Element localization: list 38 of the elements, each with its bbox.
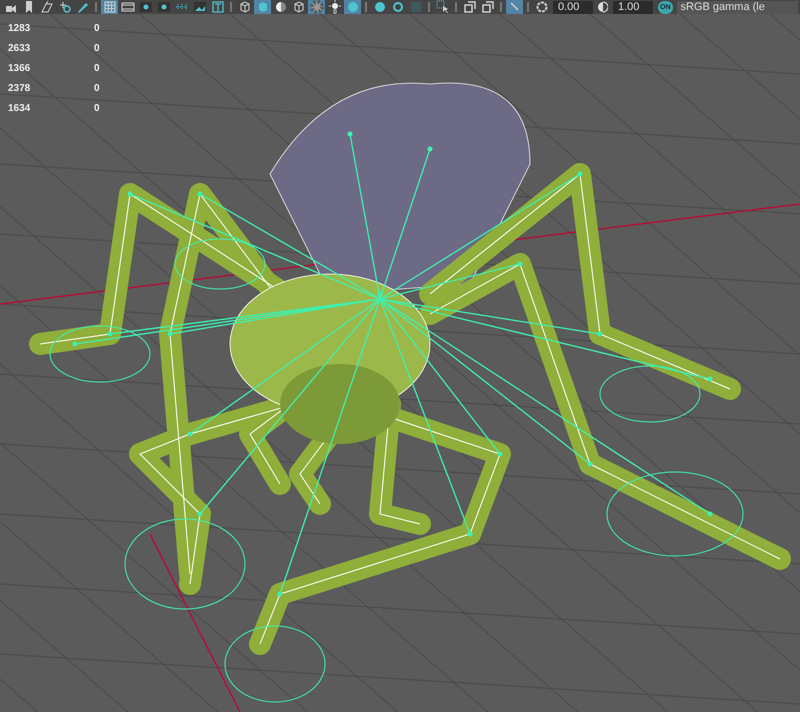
image-icon <box>192 0 206 14</box>
layers-icon <box>462 0 476 14</box>
gamma-field[interactable]: 1.00 <box>613 0 653 14</box>
toolbar-button[interactable] <box>137 0 154 14</box>
hud-selected-value: 0 <box>94 102 100 116</box>
toolbar-button[interactable] <box>155 0 172 14</box>
sphere-icon <box>372 0 386 14</box>
wire-cube-icon <box>292 0 306 14</box>
zoom-icon <box>58 0 72 14</box>
film-icon <box>120 0 134 14</box>
sphere-icon <box>346 0 360 14</box>
toolbar-button[interactable] <box>326 0 343 14</box>
light-icon <box>328 0 342 14</box>
toolbar-button[interactable] <box>191 0 208 14</box>
hud-selected-value: 0 <box>94 82 100 96</box>
hud-value: 1283 <box>8 22 32 36</box>
toolbar-button[interactable] <box>119 0 136 14</box>
square-icon <box>408 0 422 14</box>
toolbar-button[interactable] <box>434 0 451 14</box>
select-icon <box>436 0 450 14</box>
aperture-icon <box>534 0 548 14</box>
hud-selected-value: 0 <box>94 62 100 76</box>
grid-icon <box>102 0 116 14</box>
hud-value: 1634 <box>8 102 32 116</box>
exposure-field[interactable]: 0.00 <box>553 0 593 14</box>
half-sphere-icon <box>274 0 288 14</box>
hud-value: 1366 <box>8 62 32 76</box>
text-icon <box>210 0 224 14</box>
ring-icon <box>390 0 404 14</box>
gamma-icon <box>598 1 608 13</box>
hud-selected-value: 0 <box>94 42 100 56</box>
color-space-dropdown[interactable]: sRGB gamma (le <box>676 0 798 14</box>
pen-icon <box>76 0 90 14</box>
hud-value: 2378 <box>8 82 32 96</box>
layers-icon <box>480 0 494 14</box>
hud-selected-value: 0 <box>94 22 100 36</box>
wire-cube-icon <box>238 0 252 14</box>
hud-value: 2633 <box>8 42 32 56</box>
